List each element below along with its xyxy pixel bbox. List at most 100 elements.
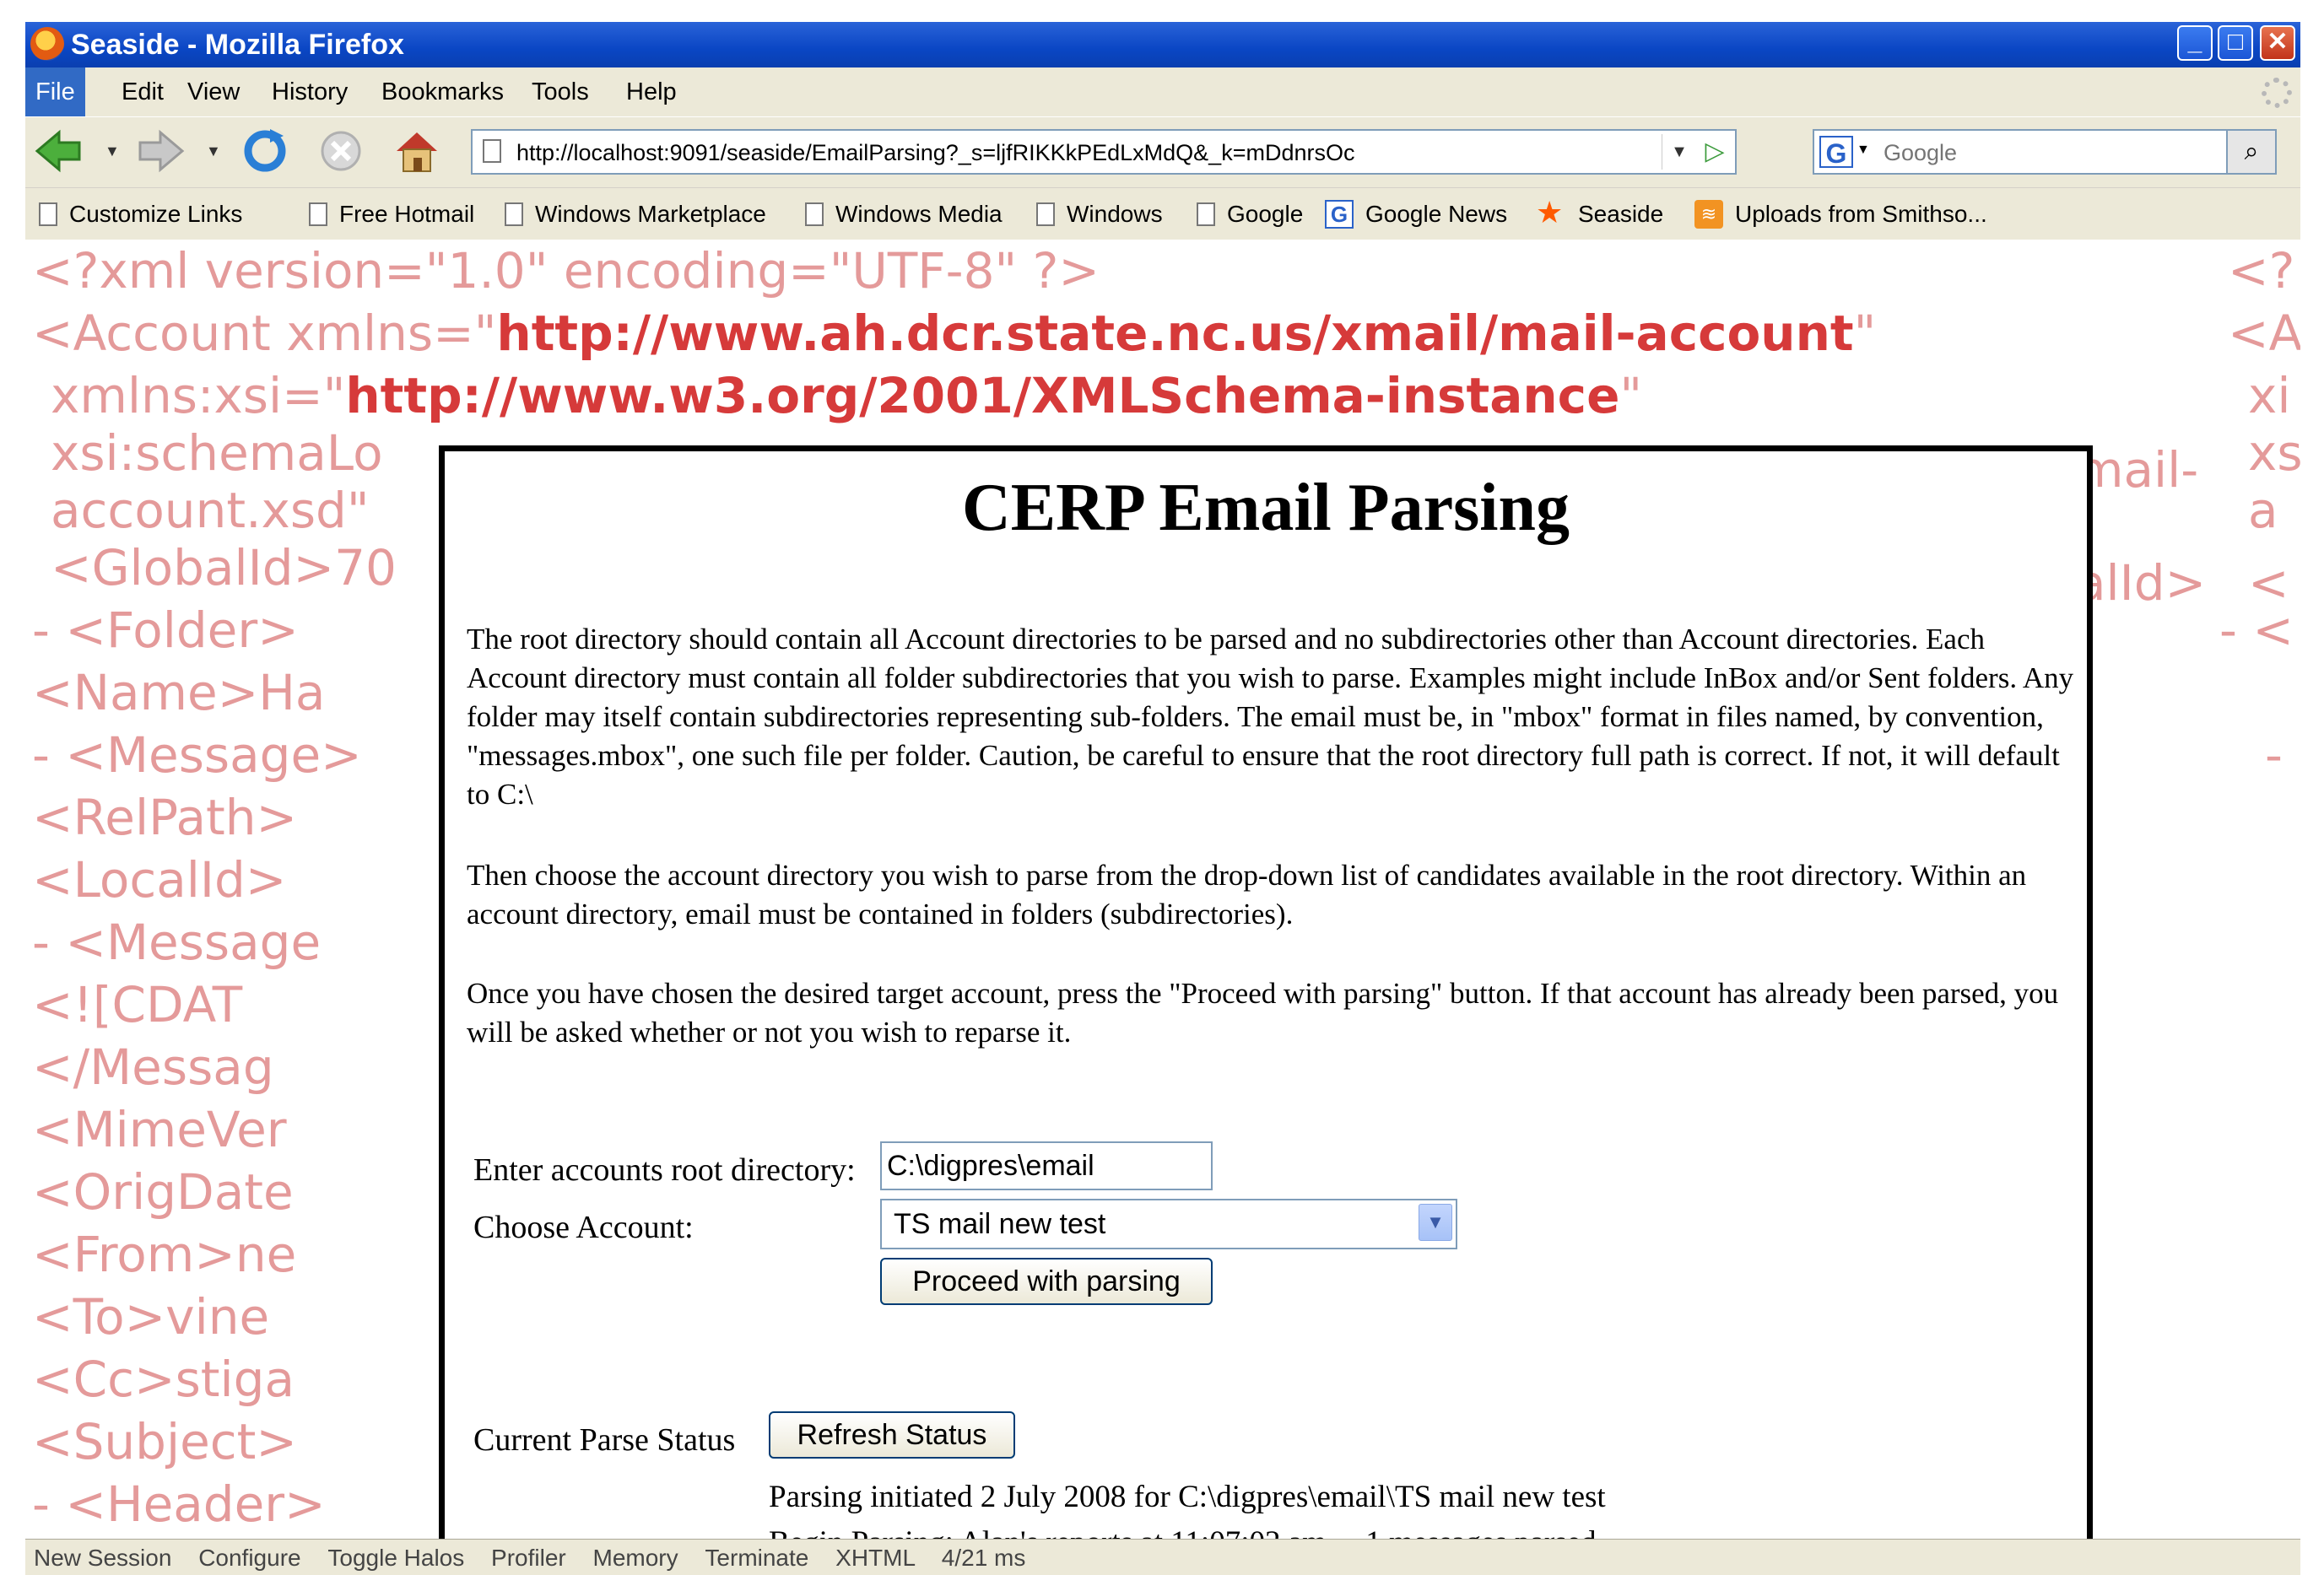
bookmark-windows[interactable]: Windows bbox=[1036, 188, 1163, 240]
throbber-icon bbox=[2262, 78, 2292, 108]
menu-view[interactable]: View bbox=[177, 67, 250, 116]
page-title: CERP Email Parsing bbox=[961, 471, 1570, 545]
proceed-with-parsing-button[interactable]: Proceed with parsing bbox=[880, 1258, 1213, 1305]
back-history-dropdown-icon[interactable]: ▼ bbox=[105, 143, 120, 160]
back-button[interactable] bbox=[32, 126, 86, 176]
xml-fragment: <A bbox=[2228, 305, 2300, 362]
xml-fragment: mail- bbox=[2076, 441, 2199, 499]
bookmark-seaside[interactable]: ★ Seaside bbox=[1536, 188, 1663, 240]
menu-history[interactable]: History bbox=[262, 67, 358, 116]
xml-line: <MimeVer bbox=[32, 1101, 287, 1158]
xml-line: <![CDAT bbox=[32, 976, 243, 1033]
google-engine-icon[interactable]: G bbox=[1819, 136, 1853, 169]
minimize-icon: _ bbox=[2187, 28, 2202, 56]
xml-line: - <Message> bbox=[32, 726, 362, 784]
go-button[interactable]: ▷ bbox=[1698, 134, 1732, 170]
page-icon bbox=[505, 202, 523, 226]
profiler-link[interactable]: Profiler bbox=[491, 1545, 566, 1571]
page-icon bbox=[1036, 202, 1055, 226]
search-input[interactable] bbox=[1882, 136, 2223, 170]
menu-edit[interactable]: Edit bbox=[111, 67, 174, 116]
xml-fragment: <? bbox=[2228, 242, 2295, 299]
xml-fragment: a bbox=[2248, 482, 2278, 539]
xml-line: - <Header> bbox=[32, 1475, 326, 1533]
menu-help[interactable]: Help bbox=[616, 67, 687, 116]
page-content: <?xml version="1.0" encoding="UTF-8" ?> … bbox=[25, 240, 2300, 1539]
search-button[interactable]: ⌕ bbox=[2226, 131, 2275, 173]
xml-line: <LocalId> bbox=[32, 851, 287, 909]
home-icon bbox=[397, 132, 437, 172]
url-history-dropdown-icon[interactable]: ▼ bbox=[1662, 134, 1696, 170]
home-button[interactable] bbox=[390, 126, 444, 176]
xml-line: xmlns:xsi="http://www.w3.org/2001/XMLSch… bbox=[51, 364, 1642, 427]
xml-line: <Cc>stiga bbox=[32, 1351, 295, 1408]
account-select[interactable]: TS mail new test ▼ bbox=[880, 1199, 1457, 1249]
refresh-status-button[interactable]: Refresh Status bbox=[769, 1411, 1015, 1459]
engine-dropdown-icon[interactable]: ▼ bbox=[1856, 143, 1870, 158]
memory-link[interactable]: Memory bbox=[593, 1545, 678, 1571]
bookmark-label: Seaside bbox=[1578, 201, 1664, 227]
xml-line: <?xml version="1.0" encoding="UTF-8" ?> bbox=[32, 242, 1100, 299]
bookmark-label: Uploads from Smithso... bbox=[1735, 201, 1987, 227]
xml-fragment: alId> bbox=[2076, 554, 2207, 612]
stop-button[interactable] bbox=[314, 126, 368, 176]
chevron-down-icon[interactable]: ▼ bbox=[1419, 1204, 1452, 1241]
back-arrow-icon bbox=[35, 129, 81, 173]
toggle-halos-link[interactable]: Toggle Halos bbox=[327, 1545, 464, 1571]
page-icon bbox=[1197, 202, 1215, 226]
menu-tools[interactable]: Tools bbox=[522, 67, 599, 116]
forward-button[interactable] bbox=[133, 126, 187, 176]
bookmark-label: Windows Marketplace bbox=[535, 201, 766, 227]
xml-line: <RelPath> bbox=[32, 789, 298, 846]
xml-fragment: xs bbox=[2248, 424, 2300, 482]
bookmark-customize-links[interactable]: Customize Links bbox=[39, 188, 242, 240]
bookmark-windows-media[interactable]: Windows Media bbox=[805, 188, 1003, 240]
account-select-value: TS mail new test bbox=[894, 1208, 1106, 1240]
rss-feed-icon: ≋ bbox=[1694, 199, 1723, 229]
search-bar[interactable]: G ▼ ⌕ bbox=[1813, 129, 2277, 175]
xml-line: - <Folder> bbox=[32, 601, 299, 659]
minimize-button[interactable]: _ bbox=[2177, 25, 2213, 61]
xml-fragment: - < bbox=[2219, 601, 2294, 659]
maximize-button[interactable]: □ bbox=[2218, 25, 2253, 61]
forward-history-dropdown-icon[interactable]: ▼ bbox=[206, 143, 221, 160]
url-bar[interactable]: ▼ ▷ bbox=[471, 129, 1737, 175]
reload-button[interactable] bbox=[238, 126, 292, 176]
bookmark-label: Windows Media bbox=[835, 201, 1003, 227]
configure-link[interactable]: Configure bbox=[198, 1545, 300, 1571]
parse-status-label: Current Parse Status bbox=[473, 1422, 736, 1458]
status-line: Parsing initiated 2 July 2008 for C:\dig… bbox=[769, 1480, 1606, 1514]
bookmark-free-hotmail[interactable]: Free Hotmail bbox=[309, 188, 474, 240]
bookmark-uploads-smithsonian[interactable]: ≋ Uploads from Smithso... bbox=[1694, 188, 1987, 240]
bookmark-google-news[interactable]: G Google News bbox=[1325, 188, 1507, 240]
terminate-link[interactable]: Terminate bbox=[705, 1545, 808, 1571]
page-icon bbox=[39, 202, 57, 226]
xml-line: <To>vine bbox=[32, 1288, 270, 1346]
xml-tag: xmlns:xsi=" bbox=[51, 367, 346, 424]
firefox-icon bbox=[30, 27, 64, 61]
new-session-link[interactable]: New Session bbox=[34, 1545, 171, 1571]
bookmark-label: Windows bbox=[1067, 201, 1163, 227]
bookmark-windows-marketplace[interactable]: Windows Marketplace bbox=[505, 188, 766, 240]
bookmark-google[interactable]: Google bbox=[1197, 188, 1303, 240]
star-icon: ★ bbox=[1536, 194, 1564, 229]
status-bar: New Session Configure Toggle Halos Profi… bbox=[25, 1539, 2300, 1575]
close-button[interactable]: ✕ bbox=[2260, 25, 2295, 61]
navigation-toolbar: ▼ ▼ ▼ ▷ G ▼ ⌕ bbox=[25, 116, 2300, 186]
menu-bookmarks[interactable]: Bookmarks bbox=[371, 67, 514, 116]
root-directory-input[interactable] bbox=[880, 1141, 1213, 1190]
xml-line: <Account xmlns="http://www.ah.dcr.state.… bbox=[32, 302, 1876, 364]
page-icon bbox=[483, 139, 501, 163]
xml-fragment: xi bbox=[2248, 367, 2291, 424]
xml-tag: " bbox=[1619, 367, 1643, 424]
close-icon: ✕ bbox=[2267, 28, 2289, 56]
menu-file[interactable]: File bbox=[25, 67, 85, 116]
xml-value: http://www.ah.dcr.state.nc.us/xmail/mail… bbox=[496, 305, 1854, 362]
menu-bar: File Edit View History Bookmarks Tools H… bbox=[25, 67, 2300, 116]
instructions-paragraph-2: Then choose the account directory you wi… bbox=[467, 859, 2027, 930]
bookmark-label: Free Hotmail bbox=[339, 201, 475, 227]
root-directory-label: Enter accounts root directory: bbox=[473, 1152, 856, 1188]
url-input[interactable] bbox=[515, 136, 1666, 170]
xml-line: <OrigDate bbox=[32, 1163, 294, 1221]
xhtml-link[interactable]: XHTML bbox=[835, 1545, 915, 1571]
